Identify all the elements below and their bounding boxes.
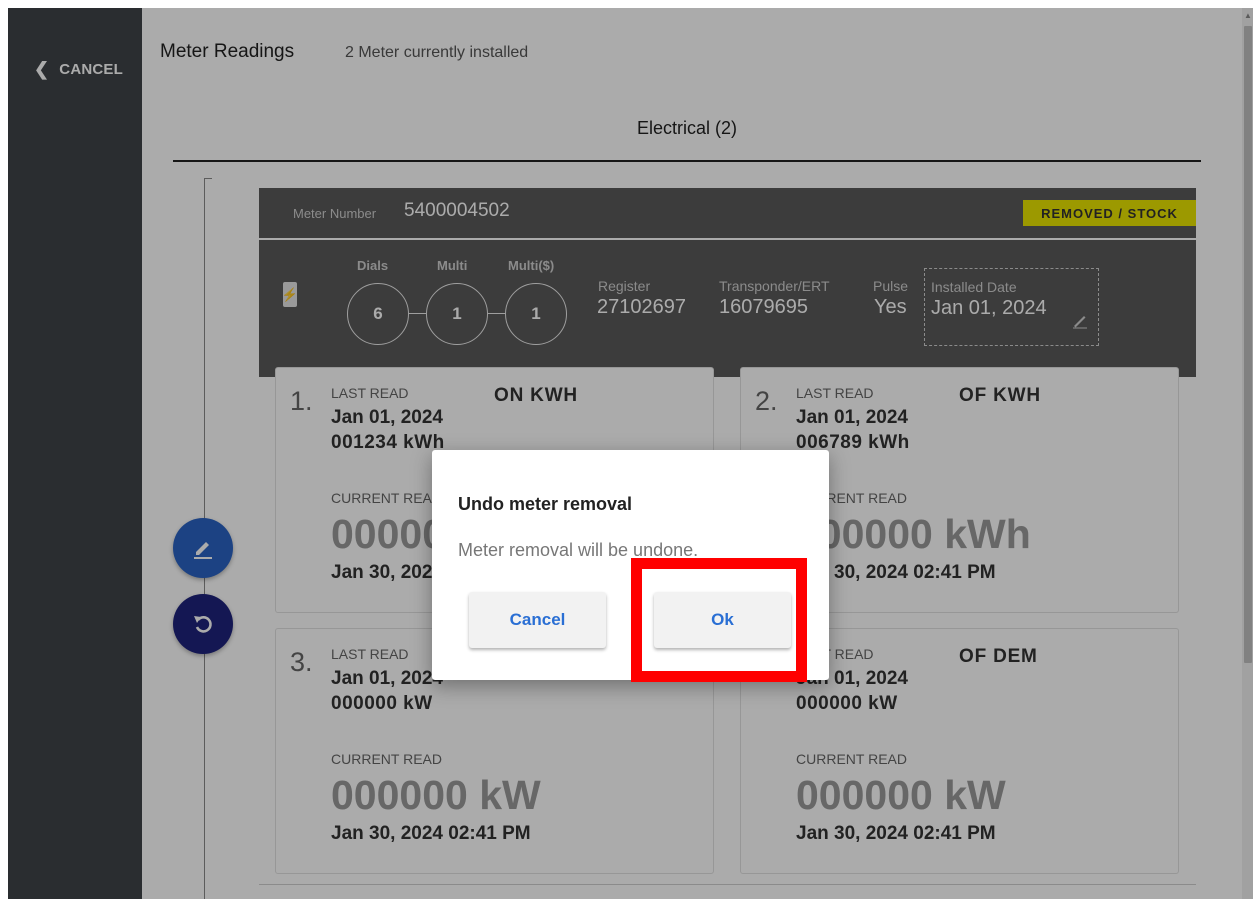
undo-removal-dialog: Undo meter removal Meter removal will be… (432, 450, 829, 680)
dialog-title: Undo meter removal (458, 494, 633, 514)
dialog-ok-button[interactable]: Ok (654, 592, 791, 648)
dialog-cancel-button[interactable]: Cancel (469, 592, 606, 648)
dialog-message: Meter removal will be undone. (458, 540, 699, 560)
app-frame: ❮ CANCEL Meter Readings 2 Meter currentl… (8, 8, 1253, 899)
